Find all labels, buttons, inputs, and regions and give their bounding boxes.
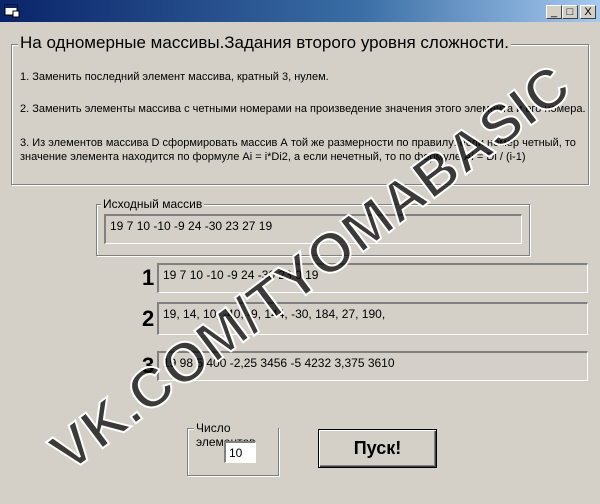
maximize-button[interactable]: □	[562, 5, 578, 19]
task-line-1: 1. Заменить последний элемент массива, к…	[20, 71, 329, 83]
result-1-field[interactable]: 19 7 10 -10 -9 24 -30 23 0 19	[157, 263, 588, 293]
result-1-number: 1	[142, 265, 155, 290]
source-array-label: Исходный массив	[101, 197, 205, 211]
run-button[interactable]: Пуск!	[318, 429, 437, 468]
count-frame: Число элементов	[187, 421, 279, 476]
task-line-2: 2. Заменить элементы массива с четными н…	[20, 103, 586, 115]
task-frame: На одномерные массивы.Задания второго ур…	[11, 33, 589, 185]
result-2-number: 2	[142, 306, 155, 331]
result-2-field[interactable]: 19, 14, 10, -40, -9, 144, -30, 184, 27, …	[157, 302, 588, 335]
source-array-field[interactable]: 19 7 10 -10 -9 24 -30 23 27 19	[104, 214, 522, 244]
result-3-number: 3	[142, 353, 155, 378]
result-3-field[interactable]: 19 98 5 400 -2,25 3456 -5 4232 3,375 361…	[157, 351, 588, 381]
task-line-3: 3. Из элементов массива D сформировать м…	[20, 137, 576, 149]
app-icon	[4, 4, 20, 18]
title-bar[interactable]: _ □ X	[0, 0, 600, 22]
source-array-frame: Исходный массив 19 7 10 -10 -9 24 -30 23…	[96, 197, 530, 256]
main-window: _ □ X На одномерные массивы.Задания втор…	[0, 0, 600, 500]
task-line-4: значение элемента находится по формуле A…	[20, 151, 526, 163]
count-input[interactable]	[224, 441, 256, 463]
minimize-button[interactable]: _	[546, 5, 562, 19]
close-button[interactable]: X	[580, 5, 596, 19]
task-title: На одномерные массивы.Задания второго ур…	[18, 33, 511, 53]
